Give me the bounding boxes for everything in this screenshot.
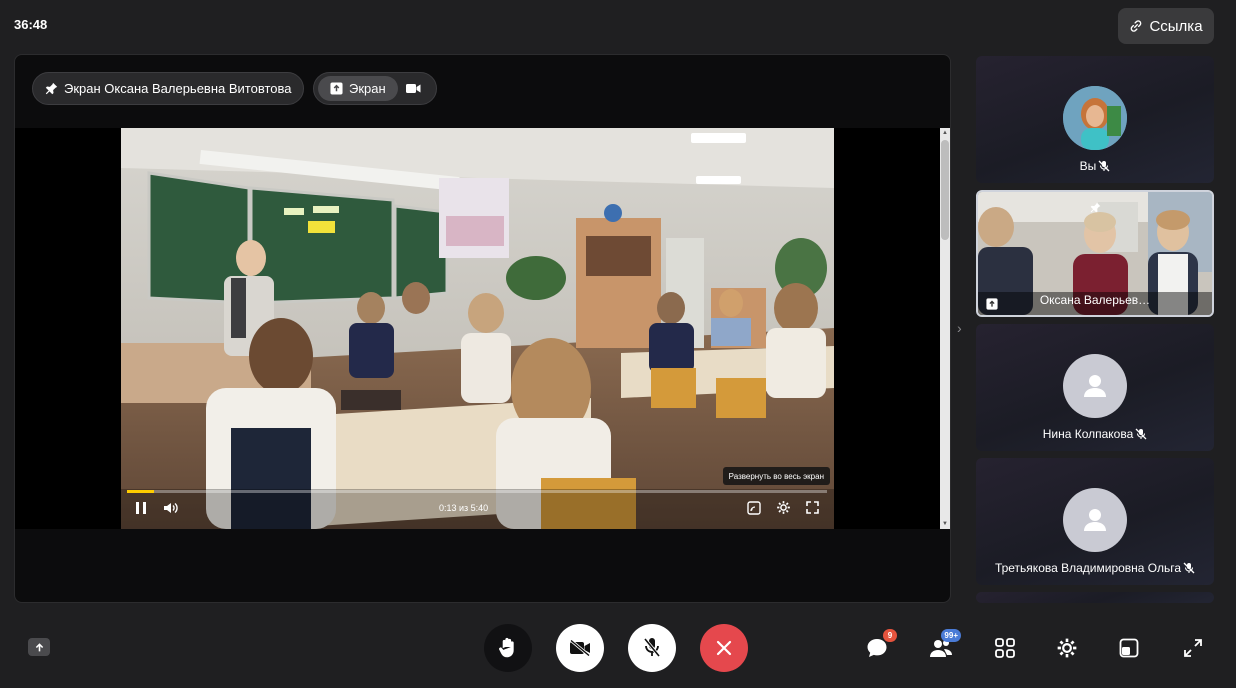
pinned-screen-chip[interactable]: Экран Оксана Валерьевна Витовтова <box>32 72 305 105</box>
copy-link-button[interactable]: Ссылка <box>1118 8 1214 44</box>
raise-hand-button[interactable] <box>484 624 532 672</box>
toggle-mic-button[interactable] <box>628 624 676 672</box>
camera-icon <box>406 84 421 93</box>
fullscreen-tooltip: Развернуть во весь экран <box>722 467 830 485</box>
avatar <box>1063 354 1127 418</box>
mic-muted-icon <box>1183 562 1195 574</box>
pip-icon <box>1119 638 1139 658</box>
fullscreen-icon <box>806 501 819 514</box>
volume-icon <box>164 502 178 514</box>
miniplayer-icon <box>747 501 761 515</box>
participant-tile-partial[interactable] <box>976 592 1214 603</box>
camera-source-button[interactable] <box>404 83 424 94</box>
expand-icon <box>1184 639 1202 657</box>
link-icon <box>1131 20 1142 32</box>
avatar <box>1063 86 1127 150</box>
video-fullscreen-button[interactable] <box>806 501 819 519</box>
participant-label: Вы <box>976 159 1214 173</box>
shared-classroom-video[interactable]: Развернуть во весь экран 0:13 из 5:40 <box>121 128 834 529</box>
gear-icon <box>1057 638 1077 658</box>
screen-share-icon <box>35 642 43 651</box>
participant-tile-oksana[interactable]: Оксана Валерьев… <box>976 190 1214 317</box>
source-toggle: Экран <box>313 72 437 105</box>
participant-tile-tretyakova[interactable]: Третьякова Владимировна Ольга <box>976 458 1214 585</box>
video-area: Развернуть во весь экран 0:13 из 5:40 <box>15 128 940 529</box>
screen-share-icon <box>330 82 343 95</box>
mic-muted-icon <box>1135 428 1147 440</box>
settings-button[interactable] <box>1054 635 1080 661</box>
person-placeholder-icon <box>1084 375 1106 397</box>
pinned-icon <box>1090 200 1101 218</box>
gear-icon <box>777 501 790 514</box>
main-stage: Экран Оксана Валерьевна Витовтова Экран <box>14 54 951 603</box>
pause-icon <box>136 502 146 514</box>
participant-label: Третьякова Владимировна Ольга <box>976 561 1214 575</box>
video-controls: Развернуть во весь экран 0:13 из 5:40 <box>121 467 834 529</box>
user-photo <box>1063 86 1127 150</box>
chat-button[interactable]: 9 <box>864 629 897 661</box>
participant-tile-self[interactable]: Вы <box>976 56 1214 183</box>
chat-icon <box>867 639 887 657</box>
pinned-screen-label: Экран Оксана Валерьевна Витовтова <box>64 81 292 96</box>
avatar <box>1063 488 1127 552</box>
fullscreen-button[interactable] <box>1180 635 1206 661</box>
grid-icon <box>995 638 1015 658</box>
call-toolbar: 9 99+ <box>0 604 1236 688</box>
video-progress-fill <box>127 490 154 493</box>
participants-badge: 99+ <box>941 629 961 642</box>
toggle-camera-button[interactable] <box>556 624 604 672</box>
scroll-down-icon[interactable]: ▼ <box>940 521 950 527</box>
camera-off-icon <box>570 640 590 656</box>
chat-badge: 9 <box>883 629 897 642</box>
miniplayer-button[interactable] <box>747 501 761 520</box>
screen-source-button[interactable]: Экран <box>318 76 398 101</box>
hand-icon <box>499 637 514 658</box>
video-settings-button[interactable] <box>776 500 791 520</box>
video-progress-bar[interactable] <box>127 490 827 493</box>
picture-in-picture-button[interactable] <box>1116 635 1142 661</box>
participant-label: Оксана Валерьев… <box>1039 293 1151 307</box>
video-scrollbar[interactable]: ▲ ▼ <box>940 128 950 529</box>
video-time: 0:13 из 5:40 <box>439 503 489 513</box>
mic-off-icon <box>643 637 661 658</box>
participant-label: Нина Колпакова <box>976 427 1214 441</box>
close-icon <box>716 640 732 656</box>
scrollbar-thumb[interactable] <box>941 140 949 240</box>
layout-grid-button[interactable] <box>992 635 1018 661</box>
pin-icon <box>45 82 58 95</box>
scroll-up-icon[interactable]: ▲ <box>940 130 950 136</box>
pause-button[interactable] <box>135 501 147 520</box>
collapse-panel-chevron-icon[interactable]: › <box>957 320 962 336</box>
participants-button[interactable]: 99+ <box>928 629 961 661</box>
screen-source-label: Экран <box>349 81 386 96</box>
end-call-button[interactable] <box>700 624 748 672</box>
mic-muted-icon <box>1098 160 1110 172</box>
person-placeholder-icon <box>1084 509 1106 531</box>
copy-link-label: Ссылка <box>1149 17 1203 35</box>
volume-button[interactable] <box>163 501 179 520</box>
participant-tile-nina[interactable]: Нина Колпакова <box>976 324 1214 451</box>
share-screen-button[interactable] <box>28 638 50 656</box>
call-timer: 36:48 <box>14 17 48 32</box>
